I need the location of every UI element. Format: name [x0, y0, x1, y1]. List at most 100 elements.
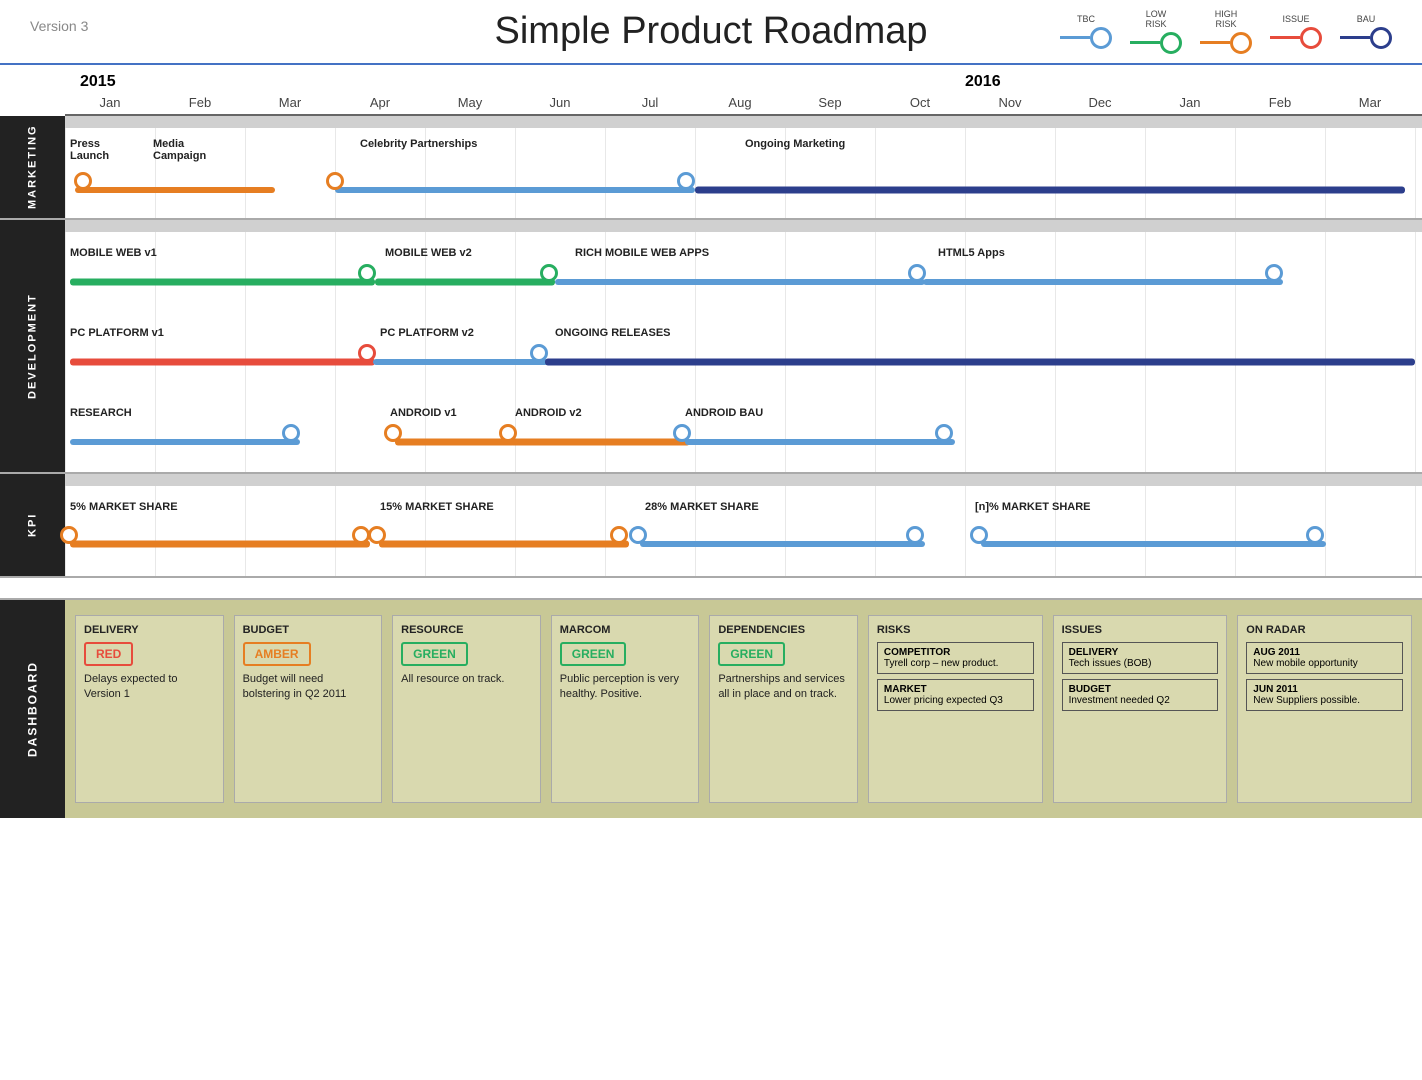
month-dec: Dec [1055, 95, 1145, 114]
marketing-header-stripe [65, 116, 1422, 128]
research-label: RESEARCH [70, 407, 132, 419]
milestone-kpi-1-start [60, 526, 78, 544]
mobile-web-bar-2 [375, 279, 555, 286]
delivery-status: RED [84, 642, 133, 666]
milestone-kpi-4-end [1306, 526, 1324, 544]
dependencies-status: GREEN [718, 642, 785, 666]
milestone-mobile-web-v2 [358, 264, 376, 282]
month-oct: Oct [875, 95, 965, 114]
month-jan: Jan [65, 95, 155, 114]
milestone-android-v1 [384, 424, 402, 442]
android-v1-bar [395, 439, 515, 446]
mobile-web-v2-label: MOBILE WEB v2 [385, 247, 472, 259]
dashboard-section: DASHBOARD DELIVERY RED Delays expected t… [0, 598, 1422, 818]
version-label: Version 3 [30, 18, 88, 34]
kpi-rows: 5% MARKET SHARE 15% MARKET SHARE 28% MAR… [65, 474, 1422, 576]
legend-issue: ISSUE [1270, 15, 1322, 49]
year-2016: 2016 [965, 73, 1001, 91]
dashboard-onradar-card: ON RADAR AUG 2011 New mobile opportunity… [1237, 615, 1412, 803]
celebrity-partnerships-label: Celebrity Partnerships [360, 138, 477, 150]
milestone-research [282, 424, 300, 442]
legend-bau: BAU [1340, 15, 1392, 49]
kpi-bar-3 [640, 541, 925, 547]
budget-status: AMBER [243, 642, 311, 666]
marketing-timeline-row: PressLaunch MediaCampaign Celebrity Part… [65, 128, 1422, 218]
legend-low-risk: LOWRISK [1130, 10, 1182, 54]
month-aug: Aug [695, 95, 785, 114]
milestone-celebrity [677, 172, 695, 190]
legend: TBC LOWRISK HIGHRISK ISSUE [1060, 10, 1392, 54]
month-jan2016: Jan [1145, 95, 1235, 114]
dev-header-stripe [65, 220, 1422, 232]
issue-budget-text: Investment needed Q2 [1069, 695, 1212, 706]
kpi-header-stripe [65, 474, 1422, 486]
milestone-kpi-3-start [629, 526, 647, 544]
development-rows: MOBILE WEB v1 MOBILE WEB v2 RICH MOBILE … [65, 220, 1422, 472]
resource-text: All resource on track. [401, 672, 532, 687]
pc-platform-v1-label: PC PLATFORM v1 [70, 327, 164, 339]
issue-item-budget: BUDGET Investment needed Q2 [1062, 679, 1219, 711]
milestone-rich-mobile [908, 264, 926, 282]
onradar-item-jun: JUN 2011 New Suppliers possible. [1246, 679, 1403, 711]
research-bar [70, 439, 300, 445]
risks-title: RISKS [877, 624, 1034, 636]
month-apr: Apr [335, 95, 425, 114]
delivery-text: Delays expected to Version 1 [84, 672, 215, 703]
month-mar: Mar [245, 95, 335, 114]
month-feb: Feb [155, 95, 245, 114]
risk-competitor-title: COMPETITOR [884, 647, 1027, 658]
milestone-kpi-2-end [610, 526, 628, 544]
milestone-kpi-2-start [368, 526, 386, 544]
pc-platform-bar-2 [373, 359, 548, 365]
risk-market-title: MARKET [884, 684, 1027, 695]
kpi-15-label: 15% MARKET SHARE [380, 501, 494, 513]
milestone-kpi-3-end [906, 526, 924, 544]
timeline-header: 2015 2016 Jan Feb Mar Apr May Jun Jul Au… [0, 65, 1422, 116]
ongoing-releases-label: ONGOING RELEASES [555, 327, 671, 339]
kpi-5-label: 5% MARKET SHARE [70, 501, 178, 513]
dashboard-content: DELIVERY RED Delays expected to Version … [65, 600, 1422, 818]
legend-high-risk: HIGHRISK [1200, 10, 1252, 54]
marketing-section: MARKETING PressLaunch MediaCampaign Cele… [0, 116, 1422, 220]
android-v2-bar [510, 439, 690, 446]
kpi-n-label: [n]% MARKET SHARE [975, 501, 1091, 513]
risk-market-text: Lower pricing expected Q3 [884, 695, 1027, 706]
mobile-web-bar-1 [70, 279, 375, 286]
month-may: May [425, 95, 515, 114]
android-bau-label: ANDROID BAU [685, 407, 763, 419]
risk-item-market: MARKET Lower pricing expected Q3 [877, 679, 1034, 711]
milestone-android-v2 [499, 424, 517, 442]
resource-title: RESOURCE [401, 624, 532, 636]
kpi-bar-1 [70, 541, 370, 548]
year-row: 2015 2016 [65, 73, 1422, 95]
month-jun: Jun [515, 95, 605, 114]
pc-platform-row: PC PLATFORM v1 PC PLATFORM v2 ONGOING RE… [65, 312, 1422, 392]
gantt-area: MARKETING PressLaunch MediaCampaign Cele… [0, 116, 1422, 220]
onradar-aug-date: AUG 2011 [1253, 647, 1396, 658]
kpi-28-label: 28% MARKET SHARE [645, 501, 759, 513]
marketing-bar-2 [335, 187, 695, 193]
issue-budget-title: BUDGET [1069, 684, 1212, 695]
legend-tbc: TBC [1060, 15, 1112, 49]
dashboard-delivery-card: DELIVERY RED Delays expected to Version … [75, 615, 224, 803]
resource-status: GREEN [401, 642, 468, 666]
android-v2-label: ANDROID v2 [515, 407, 582, 419]
mobile-web-row: MOBILE WEB v1 MOBILE WEB v2 RICH MOBILE … [65, 232, 1422, 312]
marketing-rows: PressLaunch MediaCampaign Celebrity Part… [65, 116, 1422, 218]
budget-title: BUDGET [243, 624, 374, 636]
kpi-bar-2 [379, 541, 629, 548]
development-label: DEVELOPMENT [0, 220, 65, 472]
page-header: Version 3 Simple Product Roadmap TBC LOW… [0, 0, 1422, 65]
milestone-pc-v1 [358, 344, 376, 362]
risk-competitor-text: Tyrell corp – new product. [884, 658, 1027, 669]
html5-apps-label: HTML5 Apps [938, 247, 1005, 259]
pc-platform-bar-3 [545, 359, 1415, 366]
ongoing-marketing-label: Ongoing Marketing [745, 138, 845, 150]
dashboard-budget-card: BUDGET AMBER Budget will need bolstering… [234, 615, 383, 803]
onradar-jun-date: JUN 2011 [1253, 684, 1396, 695]
pc-platform-v2-label: PC PLATFORM v2 [380, 327, 474, 339]
milestone-pc-v2 [530, 344, 548, 362]
month-nov: Nov [965, 95, 1055, 114]
dependencies-title: DEPENDENCIES [718, 624, 849, 636]
press-launch-label: PressLaunch [70, 138, 109, 162]
